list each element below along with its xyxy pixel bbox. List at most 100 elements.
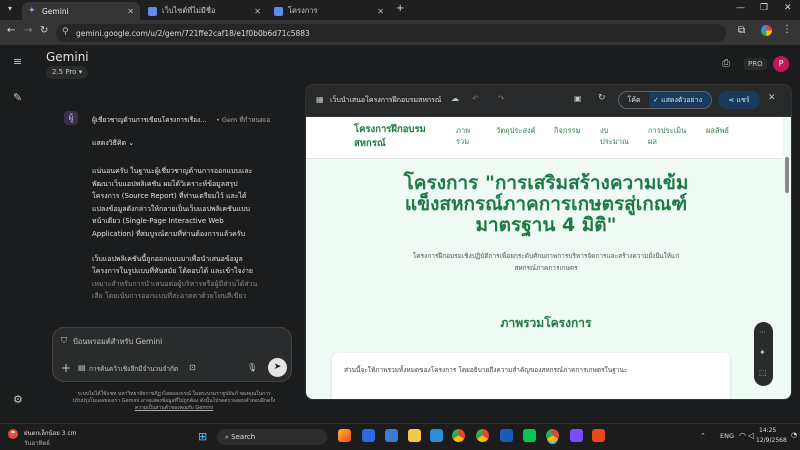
powerpoint-app-icon[interactable]	[592, 429, 605, 442]
canvas-panel: ▦ เว็บนำเสนอโครงการฝึกอบรมสหกรณ์ ☁ ↶ ↷ ▣…	[305, 84, 792, 400]
new-chat-icon[interactable]: ✎	[13, 91, 22, 104]
clock-date[interactable]: 12/9/2568	[756, 437, 787, 444]
prompt-box: ⛉ ป้อนพรอมต์สำหรับ Gemini + ▤ การค้นคว้า…	[52, 327, 292, 382]
nav-objectives[interactable]: วัตถุประสงค์	[496, 125, 536, 136]
tab-gemini[interactable]: ✦ Gemini ✕	[22, 2, 140, 20]
overview-card: ส่วนนี้จะให้ภาพรวมทั้งหมดของโครงการ โดยอ…	[332, 353, 730, 399]
code-preview-toggle: โค้ด ✓ แสดงตัวอย่าง	[618, 91, 712, 109]
file-explorer-icon[interactable]	[408, 429, 421, 442]
select-area-icon[interactable]: ⬚	[759, 368, 767, 377]
pro-badge: PRO	[744, 58, 767, 70]
windows-start-icon[interactable]: ⊞	[198, 430, 207, 443]
back-icon[interactable]: ←	[7, 25, 15, 36]
search-icon: ⌕	[225, 433, 229, 441]
close-canvas-icon[interactable]: ✕	[768, 93, 776, 103]
chrome-profile-app-icon[interactable]	[476, 429, 489, 442]
tab-search-icon[interactable]: ▾	[8, 4, 12, 13]
refresh-preview-icon[interactable]: ↻	[598, 93, 606, 103]
hero-title-line: โครงการ "การเสริมสร้างความเข้ม	[403, 172, 689, 194]
weather-rain-icon[interactable]: ☂	[8, 429, 18, 439]
preview-scrollbar[interactable]	[785, 157, 789, 193]
share-button[interactable]: ⋖ แชร์	[718, 91, 760, 109]
gemini-favicon-icon: ✦	[28, 5, 36, 16]
minimize-icon[interactable]: —	[736, 3, 745, 13]
nav-label: การประเมิน	[648, 126, 687, 135]
line-app-icon[interactable]	[523, 429, 536, 442]
redo-icon[interactable]: ↷	[498, 94, 505, 103]
word-app-icon[interactable]	[500, 429, 513, 442]
copilot-app-icon[interactable]	[362, 429, 375, 442]
chrome-active-app-icon[interactable]	[546, 429, 559, 442]
add-attachment-icon[interactable]: +	[61, 361, 71, 375]
tray-chevron-icon[interactable]: ⌃	[700, 432, 706, 440]
code-toggle[interactable]: โค้ด	[619, 92, 649, 108]
grid-menu-icon[interactable]: ⋯	[759, 328, 766, 336]
show-thinking-toggle[interactable]: แสดงวิธีคิด ⌄	[92, 138, 134, 149]
send-button[interactable]: ➤	[268, 358, 287, 377]
nav-activities[interactable]: กิจกรรม	[554, 125, 580, 136]
nav-label: ภาพ	[456, 126, 471, 135]
user-avatar[interactable]: P	[773, 56, 789, 72]
deep-research-chip[interactable]: การค้นคว้าเชิงลึกมีจำนวนจำกัด	[89, 364, 178, 374]
response-line: เว็บแอปพลิเคชันนี้ถูกออกแบบมาเพื่อนำเสนอ…	[92, 254, 243, 263]
gem-suffix: • Gem ที่กำหนดเอ	[216, 116, 271, 124]
print-icon[interactable]: ⎙	[722, 58, 730, 69]
tools-icon[interactable]: ▤	[78, 363, 86, 372]
profile-avatar[interactable]	[761, 25, 772, 36]
new-tab-button[interactable]: +	[396, 3, 404, 14]
main-menu-icon[interactable]: ≡	[13, 55, 22, 68]
clock-time[interactable]: 14:25	[759, 427, 776, 434]
disclaimer-line: ระบบไม่ได้ใช้แชท มหาวิทยาลัยราชภัฏวไลยอล…	[77, 391, 271, 397]
settings-gear-icon[interactable]: ⚙	[13, 393, 23, 406]
extensions-icon[interactable]: ⧉	[738, 25, 745, 36]
tab-untitled-site[interactable]: เว็บไซต์ที่ไม่มีชื่อ ✕	[142, 2, 267, 20]
wifi-icon[interactable]: ◠	[739, 431, 746, 440]
site-brand-line: สหกรณ์	[354, 138, 386, 149]
preview-toggle[interactable]: ✓ แสดงตัวอย่าง	[649, 92, 711, 108]
browser-menu-icon[interactable]: ⋮	[782, 24, 792, 35]
taskbar-search[interactable]: ⌕ Search	[217, 429, 327, 445]
nav-evaluation[interactable]: การประเมิน ผล	[648, 125, 686, 147]
reload-icon[interactable]: ↻	[40, 25, 48, 36]
close-tab-icon[interactable]: ✕	[254, 7, 261, 16]
tab-project[interactable]: โครงการ ✕	[268, 2, 390, 20]
volume-icon[interactable]: ◁	[748, 431, 754, 440]
chrome-app-icon[interactable]	[452, 429, 465, 442]
canvas-title[interactable]: เว็บนำเสนอโครงการฝึกอบรมสหกรณ์	[330, 95, 441, 106]
widget-app-icon[interactable]	[338, 429, 351, 442]
response-line: พัฒนาเว็บแอปพลิเคชัน ผมได้วิเคราะห์ข้อมู…	[92, 179, 238, 188]
preview-label: แสดงตัวอย่าง	[661, 96, 702, 104]
forward-icon[interactable]: →	[24, 25, 32, 36]
language-indicator[interactable]: ENG	[720, 432, 734, 440]
notification-bell-icon[interactable]: ◔	[791, 431, 797, 439]
site-info-icon[interactable]: ⚲	[62, 27, 69, 37]
canvas-chip-icon[interactable]: ⊡	[189, 363, 196, 372]
undo-icon[interactable]: ↶	[472, 94, 479, 103]
console-icon[interactable]: ▣	[574, 94, 582, 103]
restore-icon[interactable]: ❐	[760, 3, 768, 13]
nav-results[interactable]: ผลลัพธ์	[706, 125, 729, 136]
microphone-icon[interactable]: 🎙	[247, 363, 257, 372]
hero-title: โครงการ "การเสริมสร้างความเข้ม แข็งสหกรณ…	[326, 173, 766, 236]
gem-name[interactable]: ผู้เชี่ยวชาญด้านการเขียนโครงการเรื่อง...	[92, 115, 206, 125]
close-window-icon[interactable]: ✕	[784, 3, 792, 13]
weather-subtext: วันอาทิตย์	[24, 440, 50, 447]
nav-budget[interactable]: งบ ประมาณ	[600, 125, 629, 147]
weather-text[interactable]: ฝนตกเล็กน้อย 3 cm	[24, 428, 77, 438]
show-thinking-label: แสดงวิธีคิด	[92, 139, 127, 147]
outlook-app-icon[interactable]	[430, 429, 443, 442]
tab-label: Gemini	[42, 6, 69, 16]
close-tab-icon[interactable]: ✕	[377, 7, 384, 16]
address-bar[interactable]: ⚲ gemini.google.com/u/2/gem/721ffe2caf18…	[56, 24, 726, 42]
nav-overview[interactable]: ภาพ รวม	[456, 125, 470, 147]
tab-label: โครงการ	[288, 6, 318, 15]
hero-subtitle-line: โครงการฝึกอบรมเชิงปฏิบัติการเพื่อยกระดับ…	[412, 252, 680, 260]
app-icon[interactable]	[570, 429, 583, 442]
task-view-icon[interactable]	[385, 429, 398, 442]
section-title: ภาพรวมโครงการ	[500, 316, 592, 330]
site-brand[interactable]: โครงการฝึกอบรม สหกรณ์	[354, 123, 426, 151]
close-tab-icon[interactable]: ✕	[127, 7, 134, 16]
privacy-link[interactable]: ความเป็นส่วนตัวของคุณกับ Gemini	[58, 405, 290, 412]
sparkle-edit-icon[interactable]: ✦	[759, 348, 766, 357]
prompt-input[interactable]: ป้อนพรอมต์สำหรับ Gemini	[73, 336, 162, 348]
